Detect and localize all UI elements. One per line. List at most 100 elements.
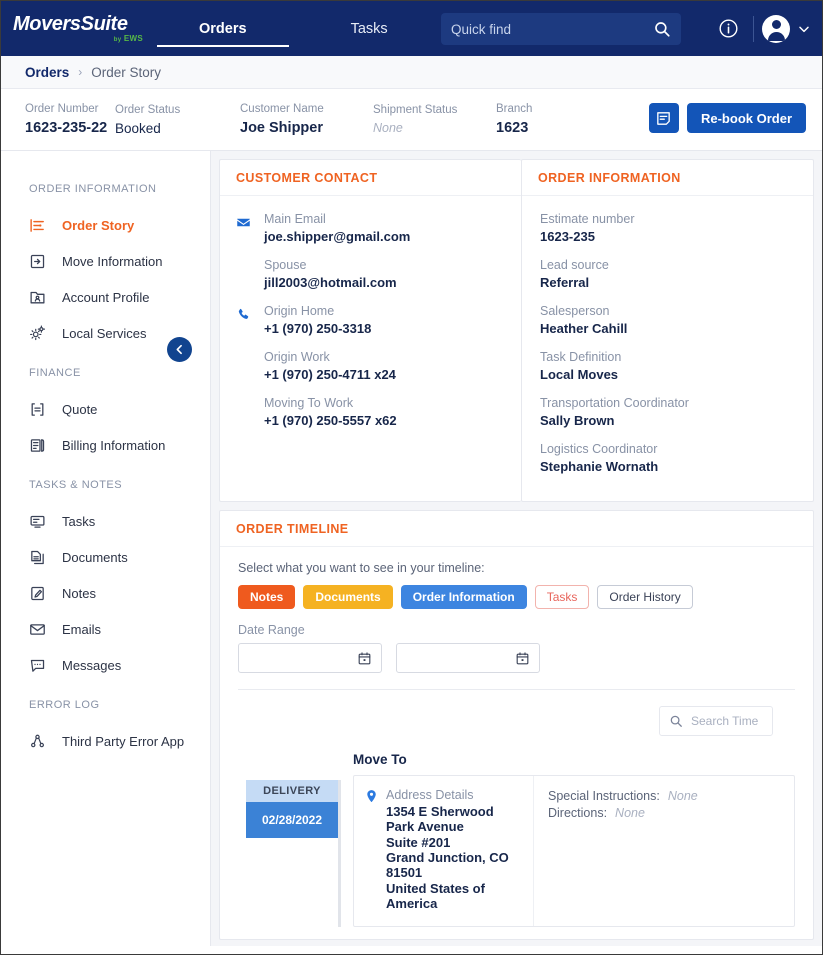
sidebar-label-messages: Messages	[62, 658, 121, 673]
sidebar-group-tasks-notes: TASKS & NOTES	[1, 479, 210, 491]
timeline-entry-type-badge: DELIVERY	[246, 780, 338, 802]
main-content: CUSTOMER CONTACT Main Email	[211, 151, 822, 946]
address-details-label: Address Details	[386, 788, 509, 802]
origin-home-phone-text: Origin Home +1 (970) 250-3318	[264, 304, 371, 336]
sidebar-item-account-profile[interactable]: Account Profile	[1, 279, 210, 315]
special-instructions-row: Special Instructions: None	[548, 788, 780, 805]
transportation-coordinator-row: Transportation Coordinator Sally Brown	[540, 396, 797, 428]
shipment-status-label: Shipment Status	[373, 104, 496, 116]
directions-label: Directions:	[548, 805, 607, 822]
customer-name-field: Customer Name Joe Shipper	[240, 103, 373, 136]
order-header-summary: Order Number 1623-235-22 Order Status Bo…	[1, 89, 822, 151]
sidebar-item-third-party-error-app[interactable]: Third Party Error App	[1, 723, 210, 759]
origin-work-value: +1 (970) 250-4711 x24	[264, 367, 505, 382]
sidebar-item-order-story[interactable]: Order Story	[1, 207, 210, 243]
origin-home-phone-row: Origin Home +1 (970) 250-3318	[236, 304, 505, 336]
breadcrumb-current: Order Story	[91, 65, 161, 80]
sidebar-navigation: ORDER INFORMATION Order Story	[1, 151, 211, 946]
branch-value: 1623	[496, 120, 586, 136]
filter-chip-notes[interactable]: Notes	[238, 585, 295, 609]
order-story-icon	[29, 217, 46, 234]
calendar-icon	[357, 651, 372, 666]
sidebar-item-move-information[interactable]: Move Information	[1, 243, 210, 279]
date-range-inputs	[238, 643, 795, 673]
envelope-icon	[236, 212, 252, 244]
note-document-icon	[655, 110, 672, 127]
branch-field: Branch 1623	[496, 103, 586, 136]
logo-suite: Suite	[81, 13, 128, 35]
date-range-to-input[interactable]	[396, 643, 540, 673]
customer-contact-body: Main Email joe.shipper@gmail.com Spouse …	[220, 196, 521, 428]
origin-work-phone-row: Origin Work +1 (970) 250-4711 x24	[264, 350, 505, 382]
sidebar-label-documents: Documents	[62, 550, 128, 565]
sidebar-collapse-button[interactable]	[167, 337, 192, 362]
quick-find-search[interactable]	[441, 13, 681, 45]
sidebar-label-order-story: Order Story	[62, 218, 134, 233]
estimate-number-value: 1623-235	[540, 229, 797, 244]
breadcrumb-orders-link[interactable]: Orders	[25, 65, 69, 80]
address-line-3: Suite #201	[386, 835, 509, 850]
transportation-coordinator-value: Sally Brown	[540, 413, 797, 428]
task-definition-value: Local Moves	[540, 367, 797, 382]
local-services-gear-icon	[29, 325, 46, 342]
address-line-7: America	[386, 896, 509, 911]
re-book-order-button[interactable]: Re-book Order	[687, 103, 806, 133]
lead-source-value: Referral	[540, 275, 797, 290]
logo-by-ews: by EWS	[114, 35, 143, 43]
user-avatar-icon[interactable]	[762, 15, 790, 43]
customer-contact-title: CUSTOMER CONTACT	[220, 160, 521, 196]
timeline-entry-content: Move To Address Details	[341, 752, 795, 927]
customer-contact-card: CUSTOMER CONTACT Main Email	[219, 159, 521, 502]
filter-chip-tasks[interactable]: Tasks	[535, 585, 590, 609]
nav-divider	[753, 16, 754, 42]
customer-name-label: Customer Name	[240, 103, 373, 115]
search-time-input[interactable]	[691, 714, 763, 728]
sidebar-item-notes[interactable]: Notes	[1, 575, 210, 611]
filter-chip-order-history[interactable]: Order History	[597, 585, 692, 609]
task-definition-label: Task Definition	[540, 350, 797, 364]
account-profile-icon	[29, 289, 46, 306]
shipment-status-value: None	[373, 121, 496, 135]
sidebar-item-quote[interactable]: Quote	[1, 391, 210, 427]
sidebar-label-quote: Quote	[62, 402, 97, 417]
emails-envelope-icon	[29, 621, 46, 638]
filter-chip-order-information[interactable]: Order Information	[401, 585, 527, 609]
app-window: MoversSuite by EWS Orders Tasks	[0, 0, 823, 955]
origin-work-label: Origin Work	[264, 350, 505, 364]
order-status-field: Order Status Booked	[115, 104, 240, 136]
documents-icon	[29, 549, 46, 566]
sidebar-group-order-information: ORDER INFORMATION	[1, 183, 210, 195]
special-instructions-value: None	[668, 788, 698, 805]
timeline-filter-chips: Notes Documents Order Information Tasks …	[238, 585, 795, 609]
filter-chip-documents[interactable]: Documents	[303, 585, 392, 609]
primary-nav-links: Orders Tasks	[167, 1, 394, 56]
moverssuite-logo[interactable]: MoversSuite by EWS	[13, 14, 143, 43]
info-button[interactable]	[711, 12, 745, 46]
address-line-4: Grand Junction, CO	[386, 850, 509, 865]
nav-tab-tasks[interactable]: Tasks	[345, 1, 394, 56]
logo-ews: EWS	[124, 34, 143, 43]
nav-tab-orders[interactable]: Orders	[193, 1, 253, 56]
timeline-divider	[238, 689, 795, 690]
chevron-down-icon[interactable]	[796, 21, 812, 37]
order-number-label: Order Number	[25, 103, 115, 115]
sidebar-item-tasks[interactable]: Tasks	[1, 503, 210, 539]
chevron-left-icon	[173, 343, 186, 356]
spouse-email-value: jill2003@hotmail.com	[264, 275, 505, 290]
address-details-panel: Address Details 1354 E Sherwood Park Ave…	[354, 776, 534, 926]
date-range-from-input[interactable]	[238, 643, 382, 673]
quick-find-input[interactable]	[451, 22, 653, 37]
sidebar-item-documents[interactable]: Documents	[1, 539, 210, 575]
sidebar-item-messages[interactable]: Messages	[1, 647, 210, 683]
search-time-field[interactable]	[659, 706, 773, 736]
note-document-button[interactable]	[649, 103, 679, 133]
order-header-actions: Re-book Order	[649, 103, 806, 133]
address-line-2: Park Avenue	[386, 819, 509, 834]
avatar-head	[772, 20, 781, 29]
timeline-entry-badges: DELIVERY 02/28/2022	[246, 752, 338, 927]
estimate-number-row: Estimate number 1623-235	[540, 212, 797, 244]
move-information-icon	[29, 253, 46, 270]
sidebar-item-billing-information[interactable]: Billing Information	[1, 427, 210, 463]
timeline-entry-date-badge: 02/28/2022	[246, 802, 338, 838]
sidebar-item-emails[interactable]: Emails	[1, 611, 210, 647]
